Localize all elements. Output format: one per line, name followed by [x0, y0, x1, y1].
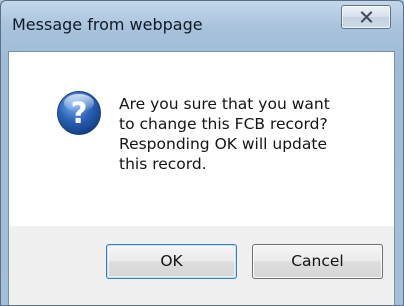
dialog-title: Message from webpage: [12, 15, 203, 34]
svg-text:?: ?: [71, 96, 88, 130]
message-dialog: Message from webpage ? Are you sure that…: [0, 0, 404, 306]
message-text: Are you sure that you want to change thi…: [119, 95, 330, 173]
ok-button[interactable]: OK: [106, 244, 237, 279]
close-icon: [360, 11, 373, 23]
close-button[interactable]: [341, 5, 391, 29]
cancel-button[interactable]: Cancel: [252, 244, 383, 279]
question-icon: ?: [57, 91, 101, 135]
dialog-body: ? Are you sure that you want to change t…: [8, 51, 395, 305]
title-bar[interactable]: Message from webpage: [1, 1, 403, 51]
message-area: ? Are you sure that you want to change t…: [9, 52, 394, 226]
